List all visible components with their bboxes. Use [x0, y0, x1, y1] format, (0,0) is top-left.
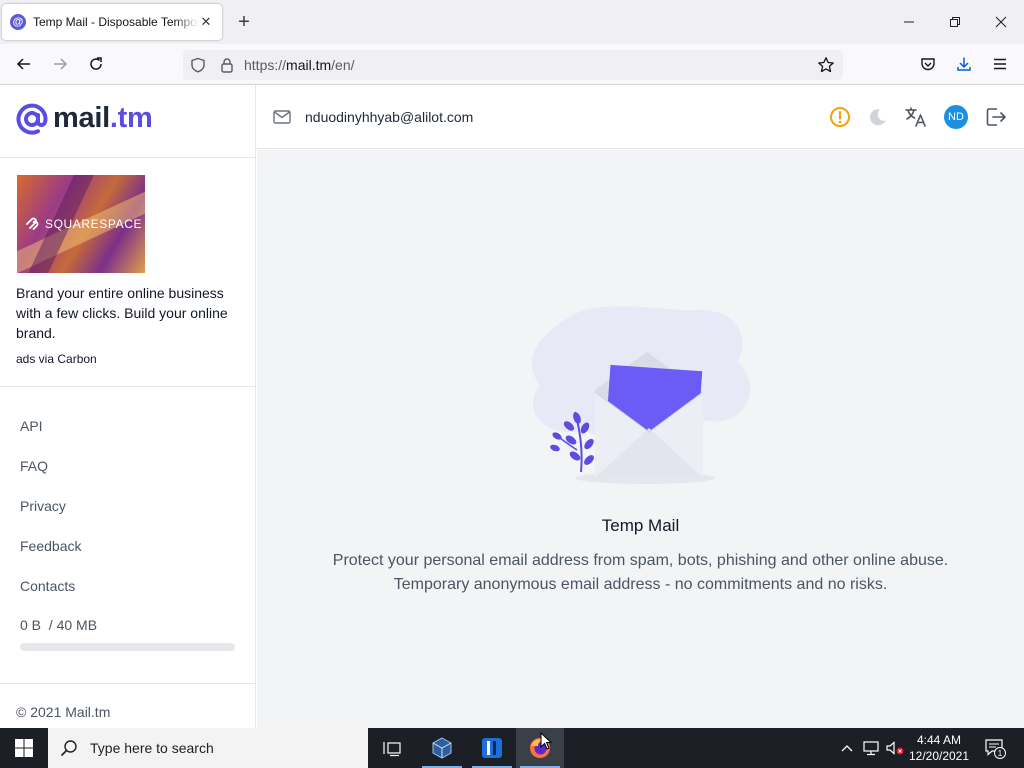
logo-tld: .tm — [109, 102, 153, 134]
chevron-up-icon — [841, 745, 853, 752]
download-icon — [957, 57, 971, 71]
windows-logo-icon — [15, 739, 33, 757]
network-button[interactable] — [860, 728, 882, 768]
clock-date: 12/20/2021 — [908, 749, 970, 763]
empty-state-description: Protect your personal email address from… — [332, 552, 949, 593]
search-icon — [60, 740, 77, 757]
main-content: Temp Mail Protect your personal email ad… — [257, 150, 1024, 728]
restore-button[interactable] — [932, 8, 978, 36]
sidebar-item-api[interactable]: API — [20, 418, 43, 434]
network-icon — [863, 741, 879, 756]
bookmark-star-icon[interactable] — [817, 56, 835, 74]
mailtm-logo[interactable]: mail.tm — [16, 102, 153, 135]
browser-tab[interactable]: @ Temp Mail - Disposable Temporary Email… — [2, 4, 222, 40]
reload-button[interactable] — [82, 50, 110, 78]
moon-icon — [870, 109, 887, 126]
app-menu-button[interactable] — [986, 50, 1014, 78]
task-view-button[interactable] — [368, 728, 416, 768]
ad-image[interactable]: SQUARESPACE — [17, 175, 145, 273]
logout-button[interactable] — [984, 105, 1008, 129]
empty-state-title: Temp Mail — [601, 516, 680, 535]
close-tab-icon[interactable]: ✕ — [198, 14, 214, 30]
browser-tab-bar: @ Temp Mail - Disposable Temporary Email… — [0, 0, 1024, 44]
new-tab-button[interactable]: + — [232, 10, 256, 34]
show-hidden-icons-button[interactable] — [838, 728, 856, 768]
reload-icon — [90, 57, 102, 70]
browser-nav-bar: https://mail.tm/en/ — [0, 44, 1024, 85]
virtualbox-taskbar-button[interactable] — [418, 728, 466, 768]
warning-button[interactable] — [828, 105, 852, 129]
close-window-button[interactable] — [978, 8, 1024, 36]
app-taskbar-button[interactable] — [468, 728, 516, 768]
back-button[interactable] — [10, 50, 38, 78]
taskbar-search-input[interactable]: Type here to search — [48, 728, 368, 768]
mailtm-favicon-icon: @ — [10, 14, 26, 30]
url-bar[interactable]: https://mail.tm/en/ — [183, 50, 843, 80]
copyright-text: © 2021 Mail.tm — [16, 704, 111, 720]
volume-muted-icon — [886, 741, 904, 755]
language-button[interactable] — [904, 105, 928, 129]
forward-arrow-icon — [54, 58, 68, 70]
sidebar-item-feedback[interactable]: Feedback — [20, 538, 81, 554]
taskbar-clock[interactable]: 4:44 AM 12/20/2021 — [904, 732, 974, 764]
start-button[interactable] — [0, 728, 48, 768]
hamburger-menu-icon — [994, 58, 1006, 70]
firefox-taskbar-button[interactable] — [516, 728, 564, 768]
task-view-icon — [383, 742, 401, 757]
sidebar: mail.tm SQUARESPACE Brand your entire on… — [0, 85, 256, 728]
blue-app-icon — [482, 738, 502, 758]
avatar[interactable]: ND — [944, 105, 968, 129]
virtualbox-icon — [432, 737, 452, 759]
mail-icon — [273, 110, 291, 124]
logo-name: mail — [53, 102, 110, 134]
logout-icon — [986, 108, 1006, 126]
tracking-shield-icon[interactable] — [190, 57, 206, 73]
divider — [0, 386, 256, 387]
url-text: https://mail.tm/en/ — [244, 57, 355, 73]
empty-inbox-envelope-icon — [531, 306, 751, 484]
mail-header: nduodinyhhyab@alilot.com ND — [257, 85, 1024, 149]
pocket-button[interactable] — [914, 50, 942, 78]
storage-usage-text: 0 B / 40 MB — [20, 617, 98, 633]
volume-button[interactable] — [884, 728, 906, 768]
ad-brand-text: SQUARESPACE — [45, 217, 143, 231]
mouse-cursor-icon — [540, 732, 552, 750]
notification-icon: 1 — [985, 739, 1006, 759]
tab-title: Temp Mail - Disposable Temporary Email — [33, 15, 199, 29]
storage-usage-bar — [20, 643, 235, 651]
email-address[interactable]: nduodinyhhyab@alilot.com — [305, 109, 473, 125]
back-arrow-icon — [16, 58, 30, 70]
minimize-button[interactable] — [886, 8, 932, 36]
notifications-button[interactable]: 1 — [980, 728, 1010, 768]
squarespace-logo-icon — [26, 217, 39, 230]
divider — [0, 683, 256, 684]
sidebar-item-faq[interactable]: FAQ — [20, 458, 48, 474]
at-sign-logo-icon — [16, 103, 48, 135]
warning-icon — [830, 107, 850, 127]
clock-time: 4:44 AM — [916, 733, 962, 747]
translate-icon — [905, 107, 926, 127]
pocket-icon — [921, 58, 935, 71]
windows-taskbar: Type here to search 4:44 AM 12/20/2021 1 — [0, 728, 1024, 768]
sidebar-item-privacy[interactable]: Privacy — [20, 498, 66, 514]
sidebar-item-contacts[interactable]: Contacts — [20, 578, 75, 594]
dark-mode-toggle[interactable] — [867, 105, 891, 129]
downloads-button[interactable] — [950, 50, 978, 78]
forward-button[interactable] — [46, 50, 74, 78]
notification-count: 1 — [998, 749, 1003, 758]
divider — [0, 157, 256, 158]
ad-text-link[interactable]: Brand your entire online business with a… — [16, 283, 244, 343]
ad-via-link[interactable]: ads via Carbon — [16, 352, 97, 366]
lock-icon[interactable] — [219, 57, 235, 73]
